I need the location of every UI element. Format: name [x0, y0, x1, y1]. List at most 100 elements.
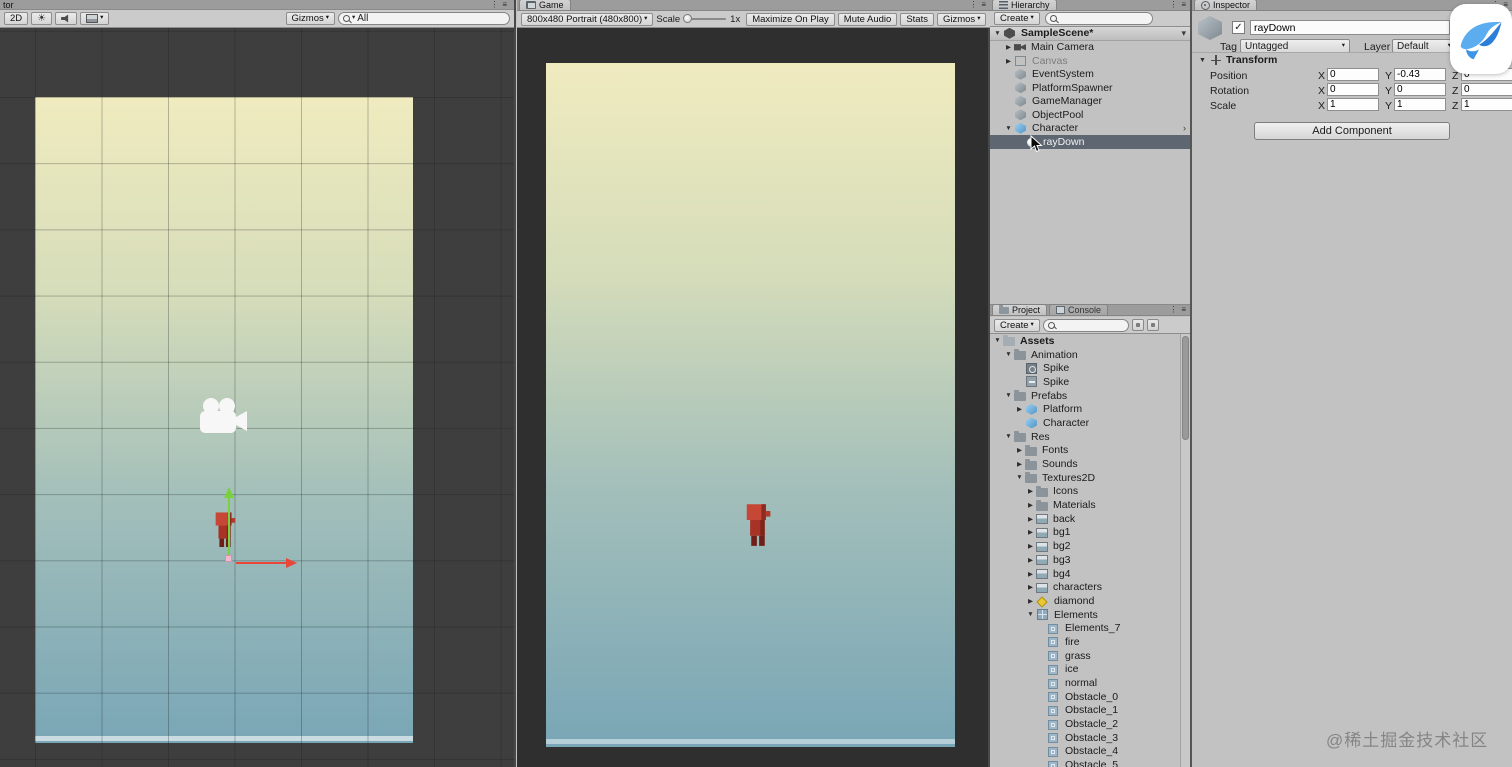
expander-icon[interactable]: ▼ — [992, 30, 1003, 37]
expander-icon[interactable]: ▶ — [1025, 597, 1036, 605]
project-item-materials[interactable]: ▶ Materials — [990, 498, 1180, 512]
expander-icon[interactable]: ▼ — [992, 337, 1003, 344]
project-item-platform[interactable]: ▶ Platform — [990, 402, 1180, 416]
scene-gizmos-dropdown[interactable]: Gizmos ▾ — [285, 12, 335, 25]
scale-slider[interactable] — [683, 14, 727, 23]
tab-hierarchy[interactable]: Hierarchy — [992, 0, 1057, 10]
expander-icon[interactable]: ▼ — [1003, 392, 1014, 399]
project-item-prefabs[interactable]: ▼ Prefabs — [990, 389, 1180, 403]
aspect-ratio-dropdown[interactable]: 800x480 Portrait (480x800) ▾ — [521, 12, 654, 26]
rotation-y-field[interactable] — [1394, 83, 1446, 96]
project-search-input[interactable] — [1056, 319, 1122, 331]
expander-icon[interactable]: ▼ — [1003, 351, 1014, 358]
project-item-obstacle-3[interactable]: Obstacle_3 — [990, 731, 1180, 745]
pane-dots-icon[interactable]: ⋮ — [1169, 0, 1177, 9]
pane-dots-icon[interactable]: ⋮ — [969, 0, 977, 9]
scale-y-field[interactable] — [1394, 98, 1446, 111]
scene-search-input[interactable] — [357, 13, 503, 24]
project-item-fire[interactable]: fire — [990, 635, 1180, 649]
hierarchy-item-character[interactable]: ▼ Character › — [990, 122, 1190, 136]
expander-icon[interactable]: ▼ — [1025, 611, 1036, 618]
expander-icon[interactable]: ▶ — [1025, 570, 1036, 578]
rotation-x-field[interactable] — [1327, 83, 1379, 96]
gizmo-x-axis-arrow[interactable] — [236, 562, 286, 564]
expander-icon[interactable]: ▶ — [1014, 446, 1025, 454]
active-checkbox[interactable]: ✓ — [1232, 21, 1245, 34]
game-gizmos-dropdown[interactable]: Gizmos ▾ — [936, 12, 987, 26]
project-item-ice[interactable]: ice — [990, 663, 1180, 677]
expander-icon[interactable]: ▶ — [1003, 43, 1014, 51]
project-item-character[interactable]: Character — [990, 416, 1180, 430]
foldout-expanded-icon[interactable]: ▼ — [1199, 57, 1206, 64]
expander-icon[interactable]: ▶ — [1025, 501, 1036, 509]
scale-slider-knob[interactable] — [683, 14, 693, 23]
rotation-z-field[interactable] — [1461, 83, 1512, 96]
project-item-icons[interactable]: ▶ Icons — [990, 485, 1180, 499]
tab-console[interactable]: Console — [1049, 304, 1109, 315]
mute-audio-button[interactable]: Mute Audio — [837, 12, 898, 26]
scene-search[interactable]: ▾ — [338, 12, 510, 25]
scene-menu-caret-icon[interactable]: ▾ — [1181, 28, 1190, 39]
tab-game[interactable]: Game — [519, 0, 571, 10]
expander-icon[interactable]: ▶ — [1003, 57, 1014, 65]
gameobject-name-field[interactable] — [1250, 20, 1450, 35]
search-by-label-icon[interactable] — [1146, 319, 1159, 331]
scale-z-field[interactable] — [1461, 98, 1512, 111]
project-create-button[interactable]: Create ▾ — [994, 318, 1040, 332]
expander-icon[interactable]: ▼ — [1003, 125, 1014, 132]
hierarchy-item-canvas[interactable]: ▶ Canvas — [990, 54, 1190, 68]
project-item-spike[interactable]: Spike — [990, 375, 1180, 389]
expander-icon[interactable]: ▶ — [1025, 515, 1036, 523]
hierarchy-item-raydown[interactable]: rayDown — [990, 135, 1190, 149]
pane-menu-icon[interactable]: ≡ — [981, 0, 986, 9]
hierarchy-item-platformspawner[interactable]: PlatformSpawner — [990, 81, 1190, 95]
tag-dropdown[interactable]: Untagged ▾ — [1240, 39, 1350, 53]
2d-toggle-button[interactable]: 2D — [4, 12, 29, 25]
expander-icon[interactable]: ▼ — [1003, 433, 1014, 440]
project-item-elements[interactable]: ▼ Elements — [990, 608, 1180, 622]
game-viewport[interactable] — [517, 28, 990, 767]
pane-menu-icon[interactable]: ≡ — [1181, 305, 1186, 314]
project-item-bg1[interactable]: ▶ bg1 — [990, 526, 1180, 540]
project-item-obstacle-4[interactable]: Obstacle_4 — [990, 745, 1180, 759]
hierarchy-item-eventsystem[interactable]: EventSystem — [990, 68, 1190, 82]
pane-dots-icon[interactable]: ⋮ — [490, 0, 498, 9]
position-y-field[interactable] — [1394, 68, 1446, 81]
project-item-sounds[interactable]: ▶ Sounds — [990, 457, 1180, 471]
player-character-scene[interactable] — [211, 510, 239, 556]
project-item-animation[interactable]: ▼ Animation — [990, 348, 1180, 362]
project-item-grass[interactable]: grass — [990, 649, 1180, 663]
project-item-obstacle-0[interactable]: Obstacle_0 — [990, 690, 1180, 704]
project-item-obstacle-1[interactable]: Obstacle_1 — [990, 704, 1180, 718]
project-item-assets[interactable]: ▼ Assets — [990, 334, 1180, 348]
search-filter-caret-icon[interactable]: ▾ — [352, 15, 355, 22]
prefab-open-chevron-icon[interactable]: › — [1183, 123, 1190, 133]
project-item-res[interactable]: ▼ Res — [990, 430, 1180, 444]
hierarchy-search[interactable] — [1044, 12, 1153, 25]
hierarchy-create-button[interactable]: Create ▾ — [994, 12, 1040, 25]
scene-camera-gizmo-icon[interactable] — [196, 396, 248, 440]
gizmo-y-axis-arrow[interactable] — [228, 498, 230, 559]
expander-icon[interactable]: ▶ — [1025, 487, 1036, 495]
project-item-obstacle-5[interactable]: Obstacle_5 — [990, 758, 1180, 767]
tab-inspector[interactable]: Inspector — [1194, 0, 1258, 10]
effects-dropdown-button[interactable]: ▾ — [80, 12, 110, 25]
project-item-spike[interactable]: Spike — [990, 361, 1180, 375]
pane-menu-icon[interactable]: ≡ — [502, 0, 507, 9]
position-x-field[interactable] — [1327, 68, 1379, 81]
expander-icon[interactable]: ▶ — [1025, 528, 1036, 536]
audio-toggle-button[interactable] — [55, 12, 78, 25]
hierarchy-item-gamemanager[interactable]: GameManager — [990, 95, 1190, 109]
scene-viewport[interactable] — [0, 28, 514, 767]
scrollbar-thumb[interactable] — [1182, 336, 1189, 440]
expander-icon[interactable]: ▶ — [1025, 542, 1036, 550]
expander-icon[interactable]: ▶ — [1014, 460, 1025, 468]
lighting-toggle-button[interactable]: ☀ — [31, 12, 53, 25]
gizmo-origin-handle[interactable] — [225, 555, 232, 562]
project-item-bg2[interactable]: ▶ bg2 — [990, 539, 1180, 553]
expander-icon[interactable]: ▶ — [1025, 583, 1036, 591]
expander-icon[interactable]: ▶ — [1025, 556, 1036, 564]
project-item-obstacle-2[interactable]: Obstacle_2 — [990, 717, 1180, 731]
stats-button[interactable]: Stats — [900, 12, 934, 26]
gameobject-icon[interactable] — [1198, 16, 1222, 40]
